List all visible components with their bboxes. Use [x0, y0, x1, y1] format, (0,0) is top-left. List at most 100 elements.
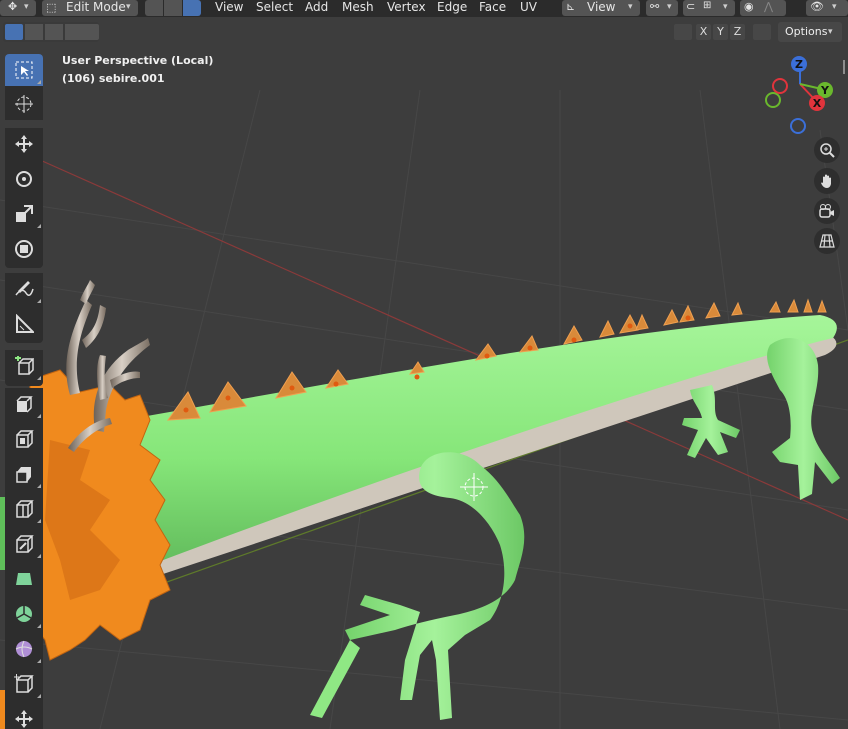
extrude-icon: [16, 396, 33, 413]
visibility-dropdown[interactable]: 👁 ▾: [806, 0, 848, 16]
orientation-label: View: [587, 0, 616, 14]
shrink-fatten-tool[interactable]: [5, 668, 43, 700]
pivot-icon: ⚯: [650, 0, 660, 13]
snap-dropdown[interactable]: ⊂ ⊞ ▾: [683, 0, 735, 16]
menu-uv[interactable]: UV: [520, 0, 537, 14]
chevron-down-icon: ▾: [628, 2, 633, 12]
edit-mode-icon: ⬚: [46, 1, 57, 14]
chevron-down-icon: ▾: [126, 2, 131, 12]
spin-icon: [16, 606, 32, 622]
3d-viewport[interactable]: [0, 0, 848, 729]
mode-dropdown[interactable]: ⬚ Edit Mode ▾: [42, 0, 138, 16]
rotate-icon: [16, 171, 32, 187]
move-icon: [15, 135, 33, 153]
mirror-y-toggle[interactable]: Y: [713, 24, 728, 40]
auto-merge-icon[interactable]: [753, 24, 771, 40]
front-leg-toe: [310, 640, 360, 718]
scale-icon: [16, 205, 33, 222]
cursor-icon: [15, 95, 33, 113]
falloff-icon: ⋀: [764, 0, 774, 13]
chevron-down-icon: ▾: [667, 2, 672, 12]
shear-icon: [15, 710, 33, 728]
select-new-icon[interactable]: [5, 24, 23, 40]
camera-icon: [819, 204, 834, 218]
snap-magnet-icon: ⊂: [686, 0, 696, 13]
poly-build-tool[interactable]: [5, 563, 43, 595]
editor-type-icon: ✥: [8, 0, 18, 13]
snap-increment-icon: ⊞: [703, 0, 712, 11]
scale-tool[interactable]: [5, 198, 43, 230]
measure-tool[interactable]: [5, 308, 43, 340]
pivot-point-dropdown[interactable]: ⚯ ▾: [646, 0, 678, 16]
shrink-fatten-icon: [14, 674, 34, 693]
loop-cut-tool[interactable]: [5, 493, 43, 525]
gizmo-z-label: Z: [795, 58, 803, 71]
rear-leg-right: [767, 337, 840, 500]
menu-edge[interactable]: Edge: [437, 0, 467, 14]
smooth-icon: [15, 640, 33, 658]
camera-view-button[interactable]: [814, 198, 840, 224]
add-cube-tool[interactable]: [5, 350, 43, 382]
select-subtract-icon[interactable]: [45, 24, 63, 40]
transform-orientation-dropdown[interactable]: ⊾ View ▾: [562, 0, 640, 16]
gizmo-x-label: X: [813, 97, 822, 110]
pan-button[interactable]: [814, 168, 840, 194]
perspective-label: User Perspective (Local): [62, 54, 214, 67]
mode-label: Edit Mode: [66, 0, 126, 14]
bevel-tool[interactable]: [5, 458, 43, 490]
face-select-icon[interactable]: [183, 0, 201, 16]
gizmo-neg-y-handle[interactable]: [765, 92, 781, 108]
hand-icon: [821, 174, 831, 188]
zoom-button[interactable]: [814, 137, 840, 163]
menu-face[interactable]: Face: [479, 0, 506, 14]
knife-icon: [16, 535, 34, 553]
select-box-tool[interactable]: [5, 54, 43, 86]
knife-tool[interactable]: [5, 528, 43, 560]
transform-tool[interactable]: [5, 233, 43, 265]
gizmo-y-label: Y: [820, 84, 830, 97]
options-dropdown[interactable]: Options ▾: [778, 22, 842, 42]
menu-add[interactable]: Add: [305, 0, 328, 14]
inset-faces-tool[interactable]: [5, 423, 43, 455]
perspective-toggle-button[interactable]: [814, 228, 840, 254]
proportional-edit-icon: ◉: [744, 0, 754, 13]
menu-view[interactable]: View: [215, 0, 243, 14]
options-label: Options: [785, 25, 828, 38]
menu-vertex[interactable]: Vertex: [387, 0, 426, 14]
edge-select-icon[interactable]: [164, 0, 182, 16]
bevel-icon: [16, 467, 31, 483]
mirror-x-toggle[interactable]: X: [696, 24, 711, 40]
shear-tool[interactable]: [5, 703, 43, 729]
viewport-header: ✥ ▾ ⬚ Edit Mode ▾ View Select Add Mesh V…: [0, 0, 848, 17]
move-tool[interactable]: [5, 128, 43, 160]
select-box-icon: [15, 61, 33, 79]
zoom-icon: [820, 143, 835, 158]
spin-tool[interactable]: [5, 598, 43, 630]
cursor-tool[interactable]: [5, 88, 43, 120]
select-invert-icon[interactable]: [65, 24, 83, 40]
proportional-edit-group[interactable]: ◉ ⋀: [740, 0, 786, 16]
vertex-select-icon[interactable]: [145, 0, 163, 16]
selection-mode-group: [3, 22, 99, 42]
menu-select[interactable]: Select: [256, 0, 293, 14]
chevron-down-icon: ▾: [832, 2, 837, 12]
menu-mesh[interactable]: Mesh: [342, 0, 374, 14]
gizmo-neg-z-handle[interactable]: [790, 118, 806, 134]
left-edge-object-strip: [0, 497, 5, 570]
mirror-icon[interactable]: [674, 24, 692, 40]
annotate-icon: [15, 281, 34, 296]
poly-build-icon: [16, 573, 32, 585]
extrude-region-tool[interactable]: [5, 388, 43, 420]
gizmo-neg-x-handle[interactable]: [772, 78, 788, 94]
smooth-tool[interactable]: [5, 633, 43, 665]
select-extend-icon[interactable]: [25, 24, 43, 40]
annotate-tool[interactable]: [5, 273, 43, 305]
select-intersect-icon[interactable]: [83, 24, 99, 40]
editor-type-button[interactable]: ✥ ▾: [0, 0, 36, 16]
mirror-z-toggle[interactable]: Z: [730, 24, 745, 40]
grid-perspective-icon: [819, 234, 835, 248]
navigation-gizmo[interactable]: Z Y X: [758, 52, 848, 137]
active-object-label: (106) sebire.001: [62, 72, 165, 85]
loop-cut-icon: [16, 500, 34, 518]
rotate-tool[interactable]: [5, 163, 43, 195]
